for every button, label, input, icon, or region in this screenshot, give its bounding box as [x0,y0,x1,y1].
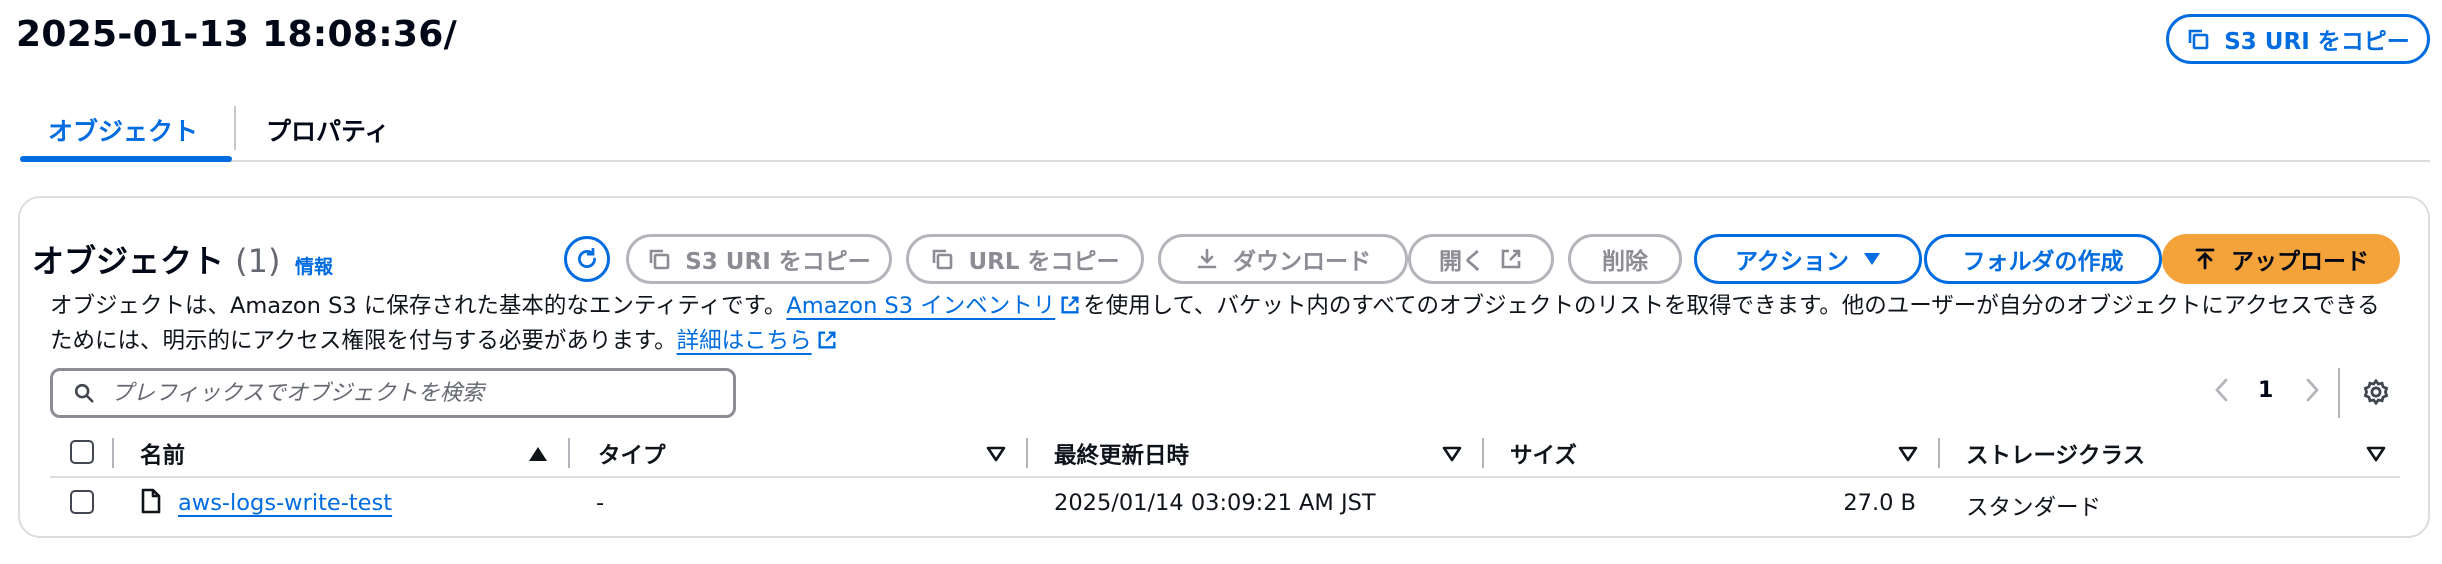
details-link[interactable]: 詳細はこちら [677,328,812,354]
upload-label: アップロード [2231,249,2369,275]
chevron-left-icon[interactable] [2212,376,2232,404]
copy-s3-uri-header-button[interactable]: S3 URI をコピー [2166,14,2430,64]
column-divider [112,438,114,468]
chevron-right-icon[interactable] [2302,376,2322,404]
settings-icon[interactable] [2362,378,2390,406]
row-select-checkbox[interactable] [70,490,94,514]
upload-button[interactable]: アップロード [2162,234,2400,284]
external-link-icon [1499,247,1523,271]
table-header-divider [50,476,2400,478]
search-icon [73,382,95,404]
download-button[interactable]: ダウンロード [1158,234,1408,284]
copy-url-label: URL をコピー [968,249,1120,275]
tab-properties-label: プロパティ [266,117,390,146]
create-folder-button[interactable]: フォルダの作成 [1924,234,2162,284]
description-part1: オブジェクトは、Amazon S3 に保存された基本的なエンティティです。 [50,293,787,319]
open-label: 開く [1439,249,1485,275]
external-link-icon [816,328,838,360]
refresh-icon [574,246,600,272]
column-divider [568,438,570,468]
download-icon [1195,247,1219,271]
actions-dropdown-button[interactable]: アクション [1694,234,1922,284]
object-name-link[interactable]: aws-logs-write-test [178,490,392,516]
file-icon [140,488,162,514]
tab-properties[interactable]: プロパティ [266,100,390,160]
column-header-last-modified[interactable]: 最終更新日時 [1054,438,1189,470]
caret-down-icon [1863,252,1881,266]
tab-objects-label: オブジェクト [48,117,199,146]
object-name[interactable]: aws-logs-write-test [178,490,392,516]
open-button[interactable]: 開く [1408,234,1554,284]
copy-url-button[interactable]: URL をコピー [906,234,1144,284]
copy-s3-uri-button[interactable]: S3 URI をコピー [626,234,892,284]
download-label: ダウンロード [1233,249,1371,275]
objects-description: オブジェクトは、Amazon S3 に保存された基本的なエンティティです。Ama… [50,290,2400,360]
external-link-icon [1059,293,1081,325]
copy-s3-uri-label: S3 URI をコピー [685,249,871,275]
sort-descending-icon[interactable] [986,446,1006,462]
column-divider [1938,438,1940,468]
page-title: 2025-01-13 18:08:36/ [16,14,458,55]
delete-button[interactable]: 削除 [1568,234,1682,284]
upload-icon [2193,247,2217,271]
sort-ascending-icon[interactable] [528,446,548,462]
object-type: - [596,490,605,516]
inventory-link[interactable]: Amazon S3 インベントリ [786,293,1055,319]
sort-descending-icon[interactable] [1442,446,1462,462]
column-header-size[interactable]: サイズ [1510,438,1577,470]
object-last-modified: 2025/01/14 03:09:21 AM JST [1054,490,1376,516]
column-divider [1482,438,1484,468]
sort-descending-icon[interactable] [2366,446,2386,462]
column-header-name[interactable]: 名前 [140,438,185,470]
object-storage-class: スタンダード [1966,495,2102,521]
select-all-checkbox[interactable] [70,440,94,464]
column-header-storage-class[interactable]: ストレージクラス [1966,438,2145,470]
tab-objects[interactable]: オブジェクト [20,100,232,162]
copy-s3-uri-header-label: S3 URI をコピー [2224,29,2410,55]
copy-icon [2186,27,2210,51]
info-link[interactable]: 情報 [295,252,333,279]
copy-icon [930,247,954,271]
column-header-type[interactable]: タイプ [598,438,666,470]
tab-bar: オブジェクト プロパティ [20,100,2430,162]
object-size: 27.0 B [1843,490,1916,516]
tab-divider [234,106,236,150]
create-folder-label: フォルダの作成 [1962,249,2124,275]
page-number-current[interactable]: 1 [2258,378,2273,403]
pagination-divider [2338,368,2340,418]
copy-icon [647,247,671,271]
object-search-box[interactable] [50,368,736,418]
objects-panel-title: オブジェクト (1) [32,236,280,282]
object-search-input[interactable] [111,380,691,406]
objects-title-text: オブジェクト [32,242,225,280]
column-divider [1026,438,1028,468]
refresh-button[interactable] [564,236,610,282]
delete-label: 削除 [1602,249,1648,275]
objects-count: (1) [235,242,281,280]
actions-label: アクション [1735,249,1849,275]
sort-descending-icon[interactable] [1898,446,1918,462]
